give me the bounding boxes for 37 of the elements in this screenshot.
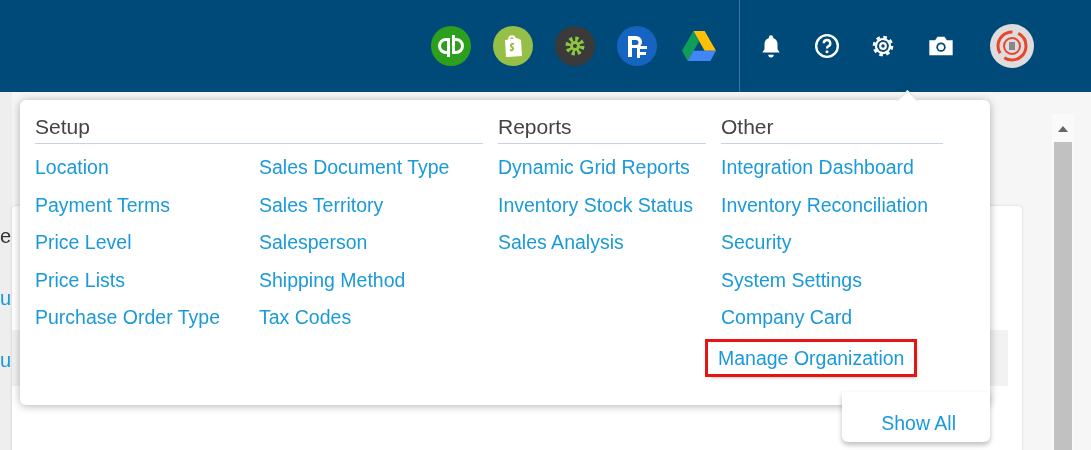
menu-link[interactable]: Price Lists xyxy=(35,266,125,304)
menu-link[interactable]: Sales Territory xyxy=(259,191,384,229)
cut-off-text: u xyxy=(0,287,12,310)
avatar-icon[interactable] xyxy=(990,24,1034,68)
menu-link[interactable]: Inventory Reconciliation xyxy=(721,191,929,229)
menu-link[interactable]: Tax Codes xyxy=(259,304,352,342)
quickbooks-icon[interactable] xyxy=(431,26,471,66)
menu-link[interactable]: Company Card xyxy=(721,304,853,342)
menu-link[interactable]: Inventory Stock Status xyxy=(498,191,694,229)
show-all-link[interactable]: Show All xyxy=(881,399,956,435)
menu-link[interactable]: Shipping Method xyxy=(259,266,406,304)
menu-link[interactable]: Security xyxy=(721,229,792,267)
menu-link[interactable]: Salesperson xyxy=(259,229,368,267)
menu-link[interactable]: Payment Terms xyxy=(35,191,171,229)
section-heading: Other xyxy=(721,115,943,144)
menu-link[interactable]: Purchase Order Type xyxy=(35,304,220,342)
menu-link[interactable]: Integration Dashboard xyxy=(721,154,914,192)
scrollbar[interactable] xyxy=(1052,114,1074,450)
scroll-up-arrow-icon[interactable] xyxy=(1058,126,1068,132)
menu-link[interactable]: Manage Organization xyxy=(708,341,915,374)
drive-triangle-icon[interactable] xyxy=(679,29,719,63)
settings-icon[interactable] xyxy=(870,33,896,59)
pf-logo-icon[interactable] xyxy=(617,26,657,66)
menu-link[interactable]: System Settings xyxy=(721,266,862,304)
cut-off-text: u xyxy=(0,349,12,372)
menu-link[interactable]: Sales Analysis xyxy=(498,229,624,267)
help-icon[interactable] xyxy=(814,33,840,59)
menu-link[interactable]: Location xyxy=(35,154,109,192)
scrollbar-thumb[interactable] xyxy=(1054,142,1072,450)
menu-link[interactable]: Sales Document Type xyxy=(259,154,450,192)
menu-link[interactable]: Price Level xyxy=(35,229,132,267)
section-heading: Reports xyxy=(498,115,706,144)
cut-off-text: e xyxy=(0,225,12,248)
section-heading: Setup xyxy=(35,115,483,144)
shopping-bag-icon[interactable] xyxy=(493,26,533,66)
gear-app-icon[interactable] xyxy=(555,26,595,66)
menu-link[interactable]: Dynamic Grid Reports xyxy=(498,154,690,192)
